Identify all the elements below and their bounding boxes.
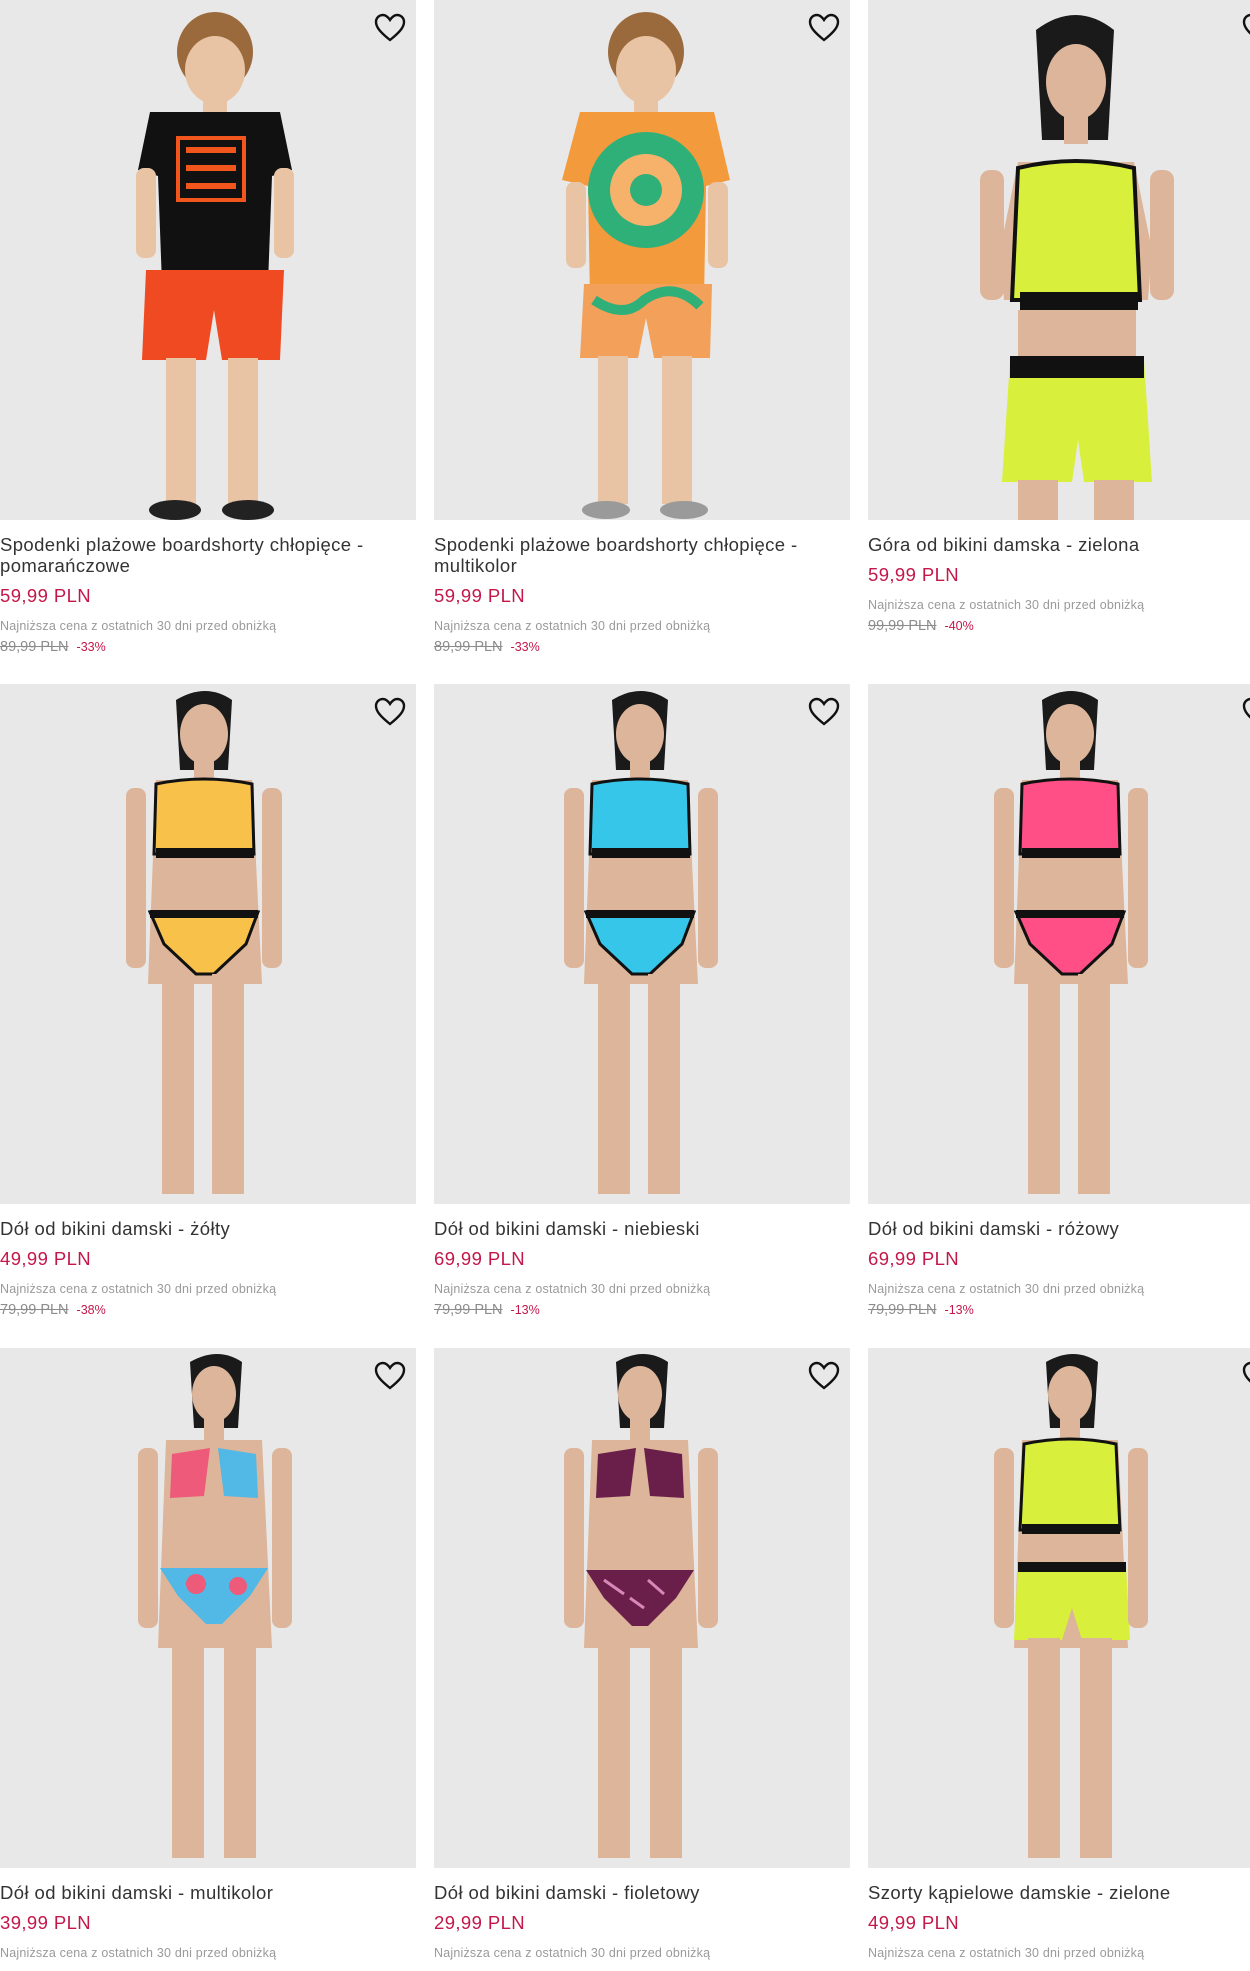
add-to-favorites-button[interactable] (1238, 692, 1250, 732)
add-to-favorites-button[interactable] (370, 1356, 410, 1396)
product-name[interactable]: Spodenki plażowe boardshorty chłopięce -… (434, 534, 850, 576)
discount-badge: -13% (510, 1303, 540, 1317)
product-name[interactable]: Szorty kąpielowe damskie - zielone (868, 1882, 1250, 1903)
product-photo[interactable] (868, 684, 1250, 1204)
product-name[interactable]: Dół od bikini damski - różowy (868, 1218, 1250, 1239)
add-to-favorites-button[interactable] (1238, 1356, 1250, 1396)
old-price: 79,99 PLN (0, 1302, 69, 1318)
add-to-favorites-button[interactable] (370, 692, 410, 732)
heart-icon (1242, 697, 1250, 719)
add-to-favorites-button[interactable] (804, 1356, 844, 1396)
product-photo[interactable] (434, 684, 850, 1204)
product-photo[interactable] (434, 1348, 850, 1868)
product-image-bikini-top-green (980, 15, 1174, 520)
product-photo[interactable] (0, 684, 416, 1204)
lowest-price-note: Najniższa cena z ostatnich 30 dni przed … (434, 1946, 711, 1960)
product-price: 59,99 PLN (0, 585, 92, 606)
product-photo[interactable] (868, 1348, 1250, 1868)
heart-icon (374, 697, 406, 726)
add-to-favorites-button[interactable] (804, 692, 844, 732)
old-price: 79,99 PLN (868, 1302, 937, 1318)
lowest-price-note: Najniższa cena z ostatnich 30 dni przed … (0, 619, 277, 633)
add-to-favorites-button[interactable] (370, 8, 410, 48)
product-price: 69,99 PLN (434, 1248, 526, 1269)
product-price: 59,99 PLN (434, 585, 526, 606)
product-image-bikini-bottom-pink (994, 691, 1148, 1194)
product-photo[interactable] (0, 1348, 416, 1868)
add-to-favorites-button[interactable] (804, 8, 844, 48)
product-photo[interactable] (434, 0, 850, 520)
product-price: 49,99 PLN (868, 1912, 960, 1933)
product-name[interactable]: Dół od bikini damski - multikolor (0, 1882, 416, 1903)
old-price: 99,99 PLN (868, 618, 937, 634)
add-to-favorites-button[interactable] (1238, 8, 1250, 48)
product-name[interactable]: Góra od bikini damska - zielona (868, 534, 1250, 555)
product-photo[interactable] (868, 0, 1250, 520)
product-price: 29,99 PLN (434, 1912, 526, 1933)
product-image-bikini-bottom-multicolor (138, 1354, 292, 1858)
old-price: 89,99 PLN (0, 639, 69, 655)
heart-icon (374, 1361, 406, 1390)
discount-badge: -33% (76, 640, 106, 654)
heart-icon (808, 697, 840, 726)
old-price: 89,99 PLN (434, 639, 503, 655)
product-image-swim-shorts-green (994, 1354, 1148, 1858)
product-price: 59,99 PLN (868, 564, 960, 585)
heart-icon (1242, 1361, 1250, 1383)
heart-icon (1242, 13, 1250, 35)
discount-badge: -40% (944, 619, 974, 633)
product-photo[interactable] (0, 0, 416, 520)
lowest-price-note: Najniższa cena z ostatnich 30 dni przed … (434, 619, 711, 633)
heart-icon (808, 13, 840, 42)
product-image-bikini-bottom-blue (564, 691, 718, 1194)
product-name[interactable]: Spodenki plażowe boardshorty chłopięce -… (0, 534, 416, 576)
product-image-bikini-bottom-purple (564, 1354, 718, 1858)
lowest-price-note: Najniższa cena z ostatnich 30 dni przed … (0, 1282, 277, 1296)
heart-icon (374, 13, 406, 42)
product-name[interactable]: Dół od bikini damski - żółty (0, 1218, 416, 1239)
discount-badge: -33% (510, 640, 540, 654)
discount-badge: -38% (76, 1303, 106, 1317)
lowest-price-note: Najniższa cena z ostatnich 30 dni przed … (868, 1946, 1145, 1960)
discount-badge: -13% (944, 1303, 974, 1317)
lowest-price-note: Najniższa cena z ostatnich 30 dni przed … (0, 1946, 277, 1960)
product-name[interactable]: Dół od bikini damski - fioletowy (434, 1882, 850, 1903)
product-image-boy-boardshorts-orange (136, 12, 294, 520)
product-price: 39,99 PLN (0, 1912, 92, 1933)
lowest-price-note: Najniższa cena z ostatnich 30 dni przed … (868, 1282, 1145, 1296)
product-image-bikini-bottom-yellow (126, 691, 282, 1194)
lowest-price-note: Najniższa cena z ostatnich 30 dni przed … (434, 1282, 711, 1296)
old-price: 79,99 PLN (434, 1302, 503, 1318)
lowest-price-note: Najniższa cena z ostatnich 30 dni przed … (868, 598, 1145, 612)
product-price: 49,99 PLN (0, 1248, 92, 1269)
product-price: 69,99 PLN (868, 1248, 960, 1269)
product-name[interactable]: Dół od bikini damski - niebieski (434, 1218, 850, 1239)
heart-icon (808, 1361, 840, 1390)
product-image-boy-boardshorts-multicolor (562, 12, 730, 519)
